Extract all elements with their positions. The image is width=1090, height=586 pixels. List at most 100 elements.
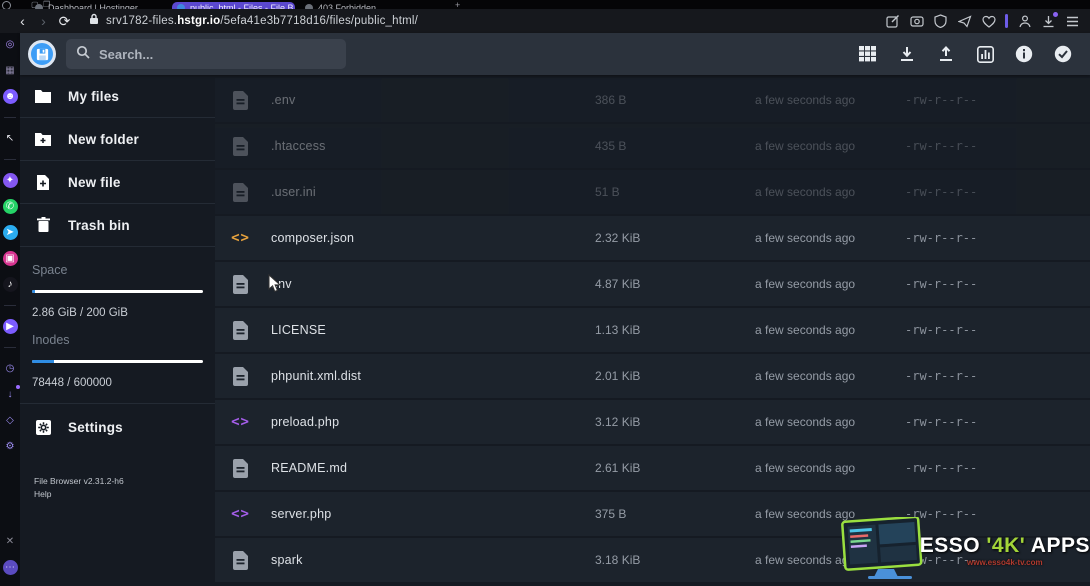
sidebar-toggle-pill[interactable]	[1005, 14, 1008, 28]
upload-icon[interactable]	[935, 43, 957, 65]
file-size: 1.13 KiB	[595, 323, 755, 337]
space-label: Space	[32, 263, 203, 277]
sidebar-item-new-file[interactable]: New file	[20, 161, 215, 204]
close-icon[interactable]: ✕	[3, 534, 18, 549]
file-size: 3.18 KiB	[595, 553, 755, 567]
player-icon[interactable]: ▶	[3, 319, 18, 334]
watermark-brand: ESSO '4K' APPS	[920, 534, 1090, 558]
more-icon[interactable]: ⋯	[3, 560, 18, 575]
spiral-icon[interactable]: ◎	[3, 37, 18, 52]
file-name: .htaccess	[271, 139, 326, 153]
file-row[interactable]: phpunit.xml.dist2.01 KiBa few seconds ag…	[215, 354, 1090, 398]
select-multiple-icon[interactable]	[1052, 43, 1074, 65]
folder-icon	[34, 87, 52, 105]
instagram-icon[interactable]: ▣	[3, 251, 18, 266]
settings-icon	[34, 419, 52, 437]
file-permissions: -rw-r--r--	[905, 461, 1090, 475]
lock-icon[interactable]	[89, 12, 99, 30]
help-link[interactable]: Help	[34, 488, 215, 501]
file-list: .env386 Ba few seconds ago-rw-r--r--.hta…	[215, 75, 1090, 586]
forward-button[interactable]: ›	[33, 13, 54, 29]
messenger-icon[interactable]: ✦	[3, 173, 18, 188]
file-name: env	[271, 277, 292, 291]
profile-icon[interactable]	[1017, 14, 1032, 29]
sidebar-item-my-files[interactable]: My files	[20, 75, 215, 118]
strip-divider	[4, 305, 16, 306]
app-sidebar: My files New folder New file Trash bin S…	[20, 75, 215, 586]
telegram-icon[interactable]: ➤	[3, 225, 18, 240]
edit-icon[interactable]	[885, 14, 900, 29]
file-row[interactable]: README.md2.61 KiBa few seconds ago-rw-r-…	[215, 446, 1090, 490]
whatsapp-icon[interactable]: ✆	[3, 199, 18, 214]
reload-button[interactable]: ⟳	[54, 13, 75, 30]
tiktok-icon[interactable]: ♪	[3, 277, 18, 292]
file-icon	[232, 458, 249, 478]
file-row[interactable]: .htaccess435 Ba few seconds ago-rw-r--r-…	[215, 124, 1090, 168]
file-name: spark	[271, 553, 303, 567]
heart-icon[interactable]	[981, 14, 996, 29]
file-row[interactable]: env4.87 KiBa few seconds ago-rw-r--r--	[215, 262, 1090, 306]
discord-icon[interactable]: ☻	[3, 89, 18, 104]
file-icon	[232, 182, 249, 202]
info-icon[interactable]	[1013, 43, 1035, 65]
shield-icon[interactable]	[933, 14, 948, 29]
file-row[interactable]: .env386 Ba few seconds ago-rw-r--r--	[215, 78, 1090, 122]
download-icon[interactable]	[896, 43, 918, 65]
file-plus-icon	[34, 173, 52, 191]
browser-tab-strip: ▢ ❐ Dashboard | Hostingerpublic_html - F…	[0, 0, 1090, 9]
usage-icon[interactable]	[974, 43, 996, 65]
file-name: phpunit.xml.dist	[271, 369, 361, 383]
code-file-icon: <>	[232, 412, 249, 432]
code-file-icon: <>	[232, 504, 249, 524]
file-modified: a few seconds ago	[755, 461, 905, 475]
folder-plus-icon	[34, 130, 52, 148]
file-permissions: -rw-r--r--	[905, 93, 1090, 107]
space-usage-value: 2.86 GiB / 200 GiB	[32, 307, 203, 319]
space-section: Space 2.86 GiB / 200 GiB Inodes 78448 / …	[20, 247, 215, 389]
history-icon[interactable]: ◷	[3, 361, 18, 376]
filebrowser-logo-icon[interactable]	[28, 40, 56, 68]
sidebar-item-settings[interactable]: Settings	[20, 406, 215, 449]
file-row[interactable]: .user.ini51 Ba few seconds ago-rw-r--r--	[215, 170, 1090, 214]
watermark-site: www.esso4k-tv.com	[920, 558, 1090, 567]
url-text[interactable]: srv1782-files.hstgr.io/5efa41e3b7718d16/…	[106, 15, 418, 27]
file-modified: a few seconds ago	[755, 139, 905, 153]
grid-icon[interactable]: ▦	[3, 63, 18, 78]
grid-view-icon[interactable]	[857, 43, 879, 65]
file-row[interactable]: LICENSE1.13 KiBa few seconds ago-rw-r--r…	[215, 308, 1090, 352]
browser-side-strip: ◎ ▦ ☻ ↖ ✦ ✆ ➤ ▣ ♪ ▶ ◷ ↓ ◇ ⚙ ✕ ⋯	[0, 33, 20, 586]
extensions-icon[interactable]: ⚙	[3, 439, 18, 454]
file-size: 4.87 KiB	[595, 277, 755, 291]
file-size: 2.01 KiB	[595, 369, 755, 383]
send-icon[interactable]	[957, 14, 972, 29]
file-row[interactable]: <>preload.php3.12 KiBa few seconds ago-r…	[215, 400, 1090, 444]
browser-toolbar	[885, 14, 1090, 29]
file-icon	[232, 550, 249, 570]
file-modified: a few seconds ago	[755, 277, 905, 291]
cube-icon[interactable]: ◇	[3, 413, 18, 428]
download-icon[interactable]	[1041, 14, 1056, 29]
inodes-label: Inodes	[32, 333, 203, 347]
strip-divider	[4, 117, 16, 118]
file-permissions: -rw-r--r--	[905, 231, 1090, 245]
app-header	[20, 33, 1090, 75]
sidebar-item-new-folder[interactable]: New folder	[20, 118, 215, 161]
browser-url-bar: ‹ › ⟳ srv1782-files.hstgr.io/5efa41e3b77…	[0, 9, 1090, 33]
menu-icon[interactable]	[1065, 14, 1080, 29]
file-row[interactable]: <>composer.json2.32 KiBa few seconds ago…	[215, 216, 1090, 260]
header-actions	[857, 43, 1090, 65]
snapshot-icon[interactable]	[909, 14, 924, 29]
file-modified: a few seconds ago	[755, 185, 905, 199]
search-box[interactable]	[66, 39, 346, 69]
file-size: 3.12 KiB	[595, 415, 755, 429]
trash-icon	[34, 216, 52, 234]
downloads-icon[interactable]: ↓	[3, 387, 18, 402]
file-permissions: -rw-r--r--	[905, 415, 1090, 429]
sidebar-item-trash-bin[interactable]: Trash bin	[20, 204, 215, 247]
search-input[interactable]	[99, 47, 336, 62]
cursor-tool-icon[interactable]: ↖	[3, 131, 18, 146]
file-permissions: -rw-r--r--	[905, 369, 1090, 383]
watermark: ESSO '4K' APPS www.esso4k-tv.com	[838, 517, 1090, 584]
file-name: README.md	[271, 461, 347, 475]
back-button[interactable]: ‹	[12, 13, 33, 29]
